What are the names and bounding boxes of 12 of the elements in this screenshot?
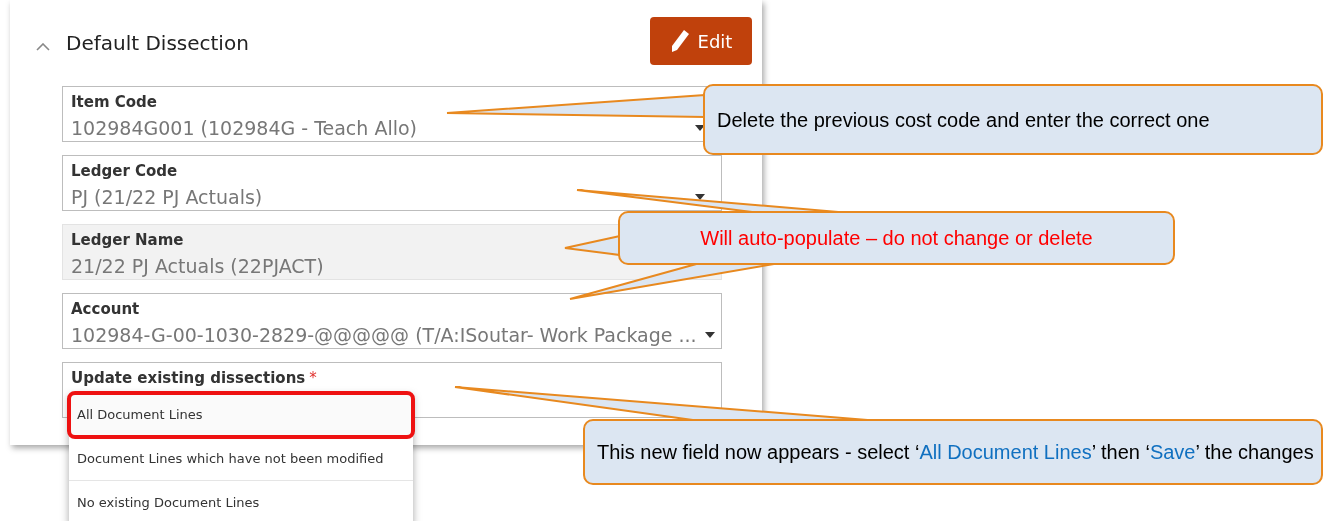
panel-title: Default Dissection (66, 30, 249, 57)
callout-tooltip: Delete the previous cost code and enter the correct one (703, 84, 1323, 155)
field-value: 102984-G-00-1030-2829-@@@@@ (T/A:ISoutar- Work Package ... (71, 322, 697, 348)
field-value: 21/22 PJ Actuals (22PJACT) (71, 253, 324, 279)
field-label: Account (71, 299, 140, 320)
field-label: Ledger Code (71, 161, 178, 182)
field-value: 102984G001 (102984G - Teach Allo) (71, 115, 417, 141)
required-mark: * (309, 368, 317, 389)
field-label: Item Code (71, 92, 157, 113)
field-label: Ledger Name (71, 230, 184, 251)
field-label: Update existing dissections (71, 368, 306, 389)
field-value: PJ (21/22 PJ Actuals) (71, 184, 263, 210)
